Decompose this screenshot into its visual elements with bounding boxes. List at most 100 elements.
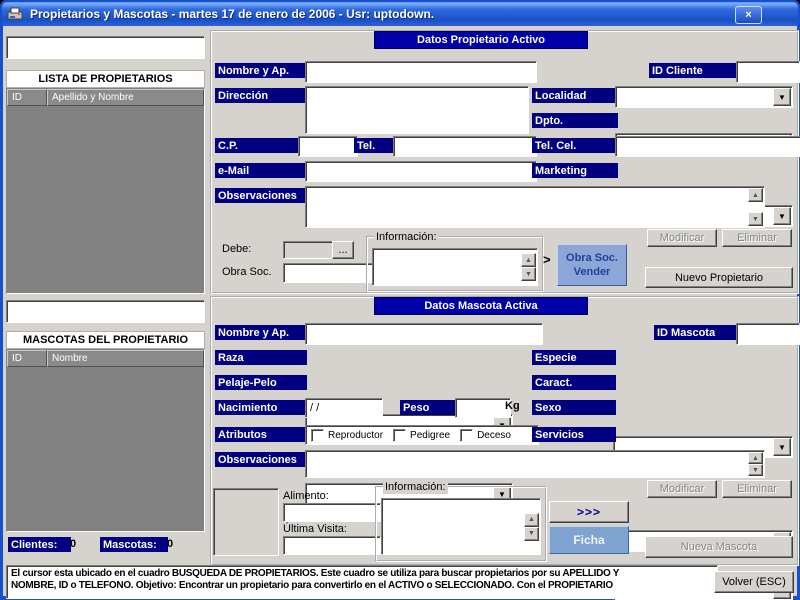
owner-search-input[interactable] [6, 36, 205, 59]
ficha-button[interactable]: Ficha [549, 526, 629, 554]
pet-weight-input[interactable] [455, 398, 511, 418]
owner-cell-input[interactable] [615, 136, 800, 157]
window-title: Propietarios y Mascotas - martes 17 de e… [30, 7, 435, 21]
pets-count-label: Mascotas: [100, 537, 168, 552]
scroll-down-icon[interactable]: ▼ [748, 464, 763, 476]
checkbox-icon[interactable] [311, 428, 324, 442]
pets-list-title: MASCOTAS DEL PROPIETARIO [6, 331, 205, 349]
app-window: Propietarios y Mascotas - martes 17 de e… [0, 0, 800, 600]
pet-weight-unit: Kg [505, 400, 520, 412]
owners-col-id[interactable]: ID [7, 89, 47, 106]
status-message-box: El cursor esta ubicado en el cuadro BUSQ… [6, 565, 718, 599]
owner-email-label: e-Mail [215, 163, 307, 178]
pets-list[interactable]: ID Nombre [6, 349, 205, 532]
owners-list[interactable]: ID Apellido y Nombre [6, 88, 205, 294]
owner-zip-label: C.P. [215, 138, 301, 153]
checkbox-icon[interactable] [393, 428, 407, 442]
scroll-up-icon[interactable]: ▲ [748, 188, 763, 202]
owners-list-title: LISTA DE PROPIETARIOS [6, 70, 205, 88]
pet-name-input[interactable] [305, 323, 543, 345]
owner-dept-label: Dpto. [532, 113, 618, 128]
pet-last-visit-label: Última Visita: [283, 523, 347, 535]
owner-id-input[interactable] [736, 61, 800, 83]
new-owner-button[interactable]: Nuevo Propietario [645, 267, 793, 288]
scrollbar[interactable]: ▲ ▼ [748, 188, 763, 226]
status-line2: NOMBRE, ID o TELEFONO. Objetivo: Encontr… [11, 580, 613, 591]
pet-birth-label: Nacimiento [215, 400, 307, 415]
scroll-up-icon[interactable]: ▲ [748, 452, 763, 464]
close-button[interactable]: × [735, 6, 762, 24]
pets-col-name[interactable]: Nombre [47, 350, 204, 367]
owner-zip-input[interactable] [298, 136, 358, 157]
pet-attributes-label: Atributos [215, 427, 307, 442]
scrollbar[interactable]: ▲ ▼ [524, 500, 539, 553]
owner-notes-input[interactable]: ▲ ▼ [305, 186, 765, 228]
pet-modify-button[interactable]: Modificar [647, 480, 717, 498]
scroll-up-icon[interactable]: ▲ [521, 253, 536, 267]
pet-birth-input[interactable]: / / [305, 398, 383, 418]
owner-info-groupbox: Información: ▲ ▼ [366, 230, 544, 292]
pet-info-groupbox: Información: ▲ ▼ [375, 480, 547, 562]
pet-species-label: Especie [532, 350, 616, 365]
scroll-down-icon[interactable]: ▼ [748, 212, 763, 226]
pet-traits-label: Caract. [532, 375, 616, 390]
pet-transfer-button[interactable]: >>> [549, 501, 629, 523]
owners-list-body[interactable] [7, 106, 204, 293]
owner-email-input[interactable] [305, 161, 537, 182]
pet-id-input[interactable] [736, 323, 800, 345]
scroll-up-icon[interactable]: ▲ [524, 512, 539, 527]
scroll-down-icon[interactable]: ▼ [524, 526, 539, 541]
pet-search-input[interactable] [6, 300, 205, 323]
pet-info-text[interactable]: ▲ ▼ [381, 498, 541, 555]
pet-notes-input[interactable]: ▲ ▼ [305, 450, 765, 478]
chevron-down-icon[interactable]: ▼ [773, 207, 791, 225]
pet-section-title: Datos Mascota Activa [374, 297, 588, 315]
pet-delete-button[interactable]: Eliminar [722, 480, 792, 498]
owner-phone-input[interactable] [393, 136, 537, 157]
obra-soc-vender-line1: Obra Soc. [566, 252, 618, 264]
pet-info-label: Información: [383, 480, 448, 494]
transfer-chevron-icon[interactable]: > [543, 252, 551, 267]
scroll-down-icon[interactable]: ▼ [521, 267, 536, 281]
pet-last-visit-input[interactable] [283, 536, 381, 555]
checkbox-icon[interactable] [460, 428, 474, 442]
pet-food-input[interactable] [283, 503, 381, 522]
deceso-checkbox-label: Deceso [477, 429, 511, 441]
owner-section-title: Datos Propietario Activo [374, 31, 588, 49]
owners-col-name[interactable]: Apellido y Nombre [47, 89, 204, 106]
reproductor-checkbox[interactable]: Reproductor [311, 428, 383, 442]
pet-attributes-panel: Reproductor Pedigree Deceso [305, 425, 539, 445]
owner-marketing-label: Marketing [532, 163, 618, 178]
owner-city-select[interactable]: ▼ [615, 86, 793, 108]
chevron-down-icon[interactable]: ▼ [773, 88, 791, 106]
titlebar[interactable]: Propietarios y Mascotas - martes 17 de e… [2, 2, 798, 26]
owner-name-input[interactable] [305, 61, 537, 83]
pets-list-body[interactable] [7, 367, 204, 531]
owner-address-input[interactable] [305, 86, 529, 134]
owner-insurance-input[interactable] [283, 263, 373, 283]
owner-debt-browse-button[interactable]: ... [332, 241, 354, 259]
pet-coat-label: Pelaje-Pelo [215, 375, 307, 390]
pet-photo-box[interactable] [213, 488, 279, 556]
owner-modify-button[interactable]: Modificar [647, 229, 717, 247]
owner-delete-button[interactable]: Eliminar [722, 229, 792, 247]
owner-notes-label: Observaciones [215, 188, 309, 203]
scrollbar[interactable]: ▲ ▼ [521, 250, 536, 284]
obra-soc-vender-button[interactable]: Obra Soc. Vender [557, 244, 627, 286]
owner-name-label: Nombre y Ap. [215, 63, 307, 78]
volver-button[interactable]: Volver (ESC) [714, 571, 794, 593]
pets-col-id[interactable]: ID [7, 350, 47, 367]
owner-info-label: Información: [374, 230, 439, 244]
clients-count-label: Clientes: [8, 537, 71, 552]
owner-cell-label: Tel. Cel. [532, 138, 618, 153]
new-pet-button[interactable]: Nueva Mascota [645, 536, 793, 558]
owner-info-text[interactable]: ▲ ▼ [372, 248, 538, 286]
pedigree-checkbox-label: Pedigree [410, 429, 451, 441]
owner-city-label: Localidad [532, 88, 618, 103]
pedigree-checkbox[interactable]: Pedigree [393, 428, 451, 442]
pet-services-label: Servicios [532, 427, 616, 442]
chevron-down-icon[interactable]: ▼ [773, 438, 791, 456]
scrollbar[interactable]: ▲ ▼ [748, 452, 763, 476]
deceso-checkbox[interactable]: Deceso [460, 428, 511, 442]
owner-debt-input[interactable] [283, 241, 339, 259]
